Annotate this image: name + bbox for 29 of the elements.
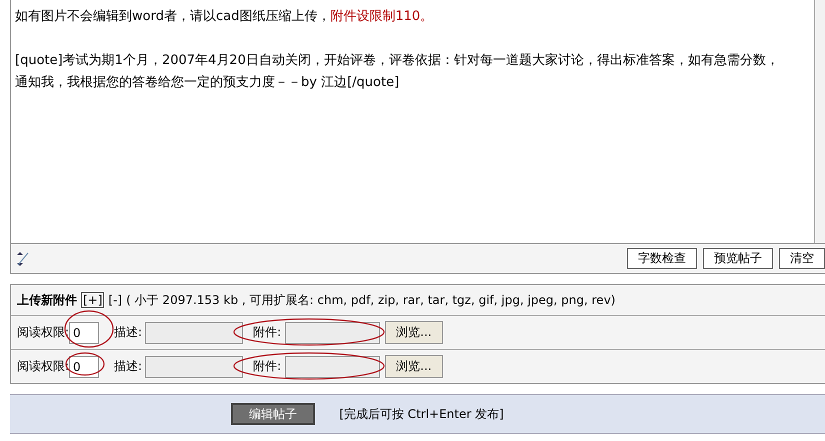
browse-button[interactable]: 浏览...	[385, 321, 443, 344]
file-label: 附件:	[253, 324, 282, 341]
browse-button[interactable]: 浏览...	[385, 355, 443, 378]
warning-text: 附件设限制110。	[330, 9, 434, 24]
resize-icon[interactable]	[17, 250, 29, 266]
toolbar-button[interactable]: 预览帖子	[703, 248, 773, 269]
description-field[interactable]	[145, 322, 244, 344]
add-link[interactable]: [+]	[81, 292, 104, 308]
toolbar-button[interactable]: 清空	[779, 248, 825, 269]
submit-button[interactable]: 编辑帖子	[231, 403, 316, 425]
description-label: 描述:	[114, 324, 142, 341]
description-field[interactable]	[145, 356, 244, 378]
file-label: 附件:	[253, 358, 282, 375]
upload-note: ( 小于 2097.153 kb , 可用扩展名: chm, pdf, zip, rar, tar, tgz, gif, jpg, jpeg, png, rev)	[126, 292, 616, 308]
file-field[interactable]	[285, 356, 380, 378]
message-text: 如有图片不会编辑到word者，请以cad图纸压缩上传，	[15, 9, 330, 24]
scrollbar[interactable]	[814, 0, 825, 243]
toolbar-button[interactable]: 字数检查	[627, 248, 697, 269]
remove-link[interactable]: [-]	[108, 293, 122, 307]
message-text: 通知我，我根据您的答卷给您一定的预支力度－－by 江边[/quote]	[15, 75, 400, 90]
description-label: 描述:	[114, 358, 142, 375]
message-editor[interactable]: 如有图片不会编辑到word者，请以cad图纸压缩上传，附件设限制110。 [quote]考试为期1个月，2007年4月20日自动关闭，开始评卷，评卷依据：针对每一道题大家讨论，得出标准答案，如有急需分数， 通知我，我根据您的答卷给您一定的预支力度－－by 江边[/quote]	[11, 0, 814, 243]
permission-label: 阅读权限:	[17, 358, 70, 375]
permission-field[interactable]: 0	[69, 322, 100, 344]
permission-field[interactable]: 0	[69, 356, 100, 378]
message-text: [quote]考试为期1个月，2007年4月20日自动关闭，开始评卷，评卷依据：针对每一道题大家讨论，得出标准答案，如有急需分数，	[15, 53, 779, 68]
shortcut-hint: [完成后可按 Ctrl+Enter 发布]	[339, 406, 504, 422]
file-field[interactable]	[285, 322, 380, 344]
upload-title: 上传新附件	[17, 292, 77, 308]
